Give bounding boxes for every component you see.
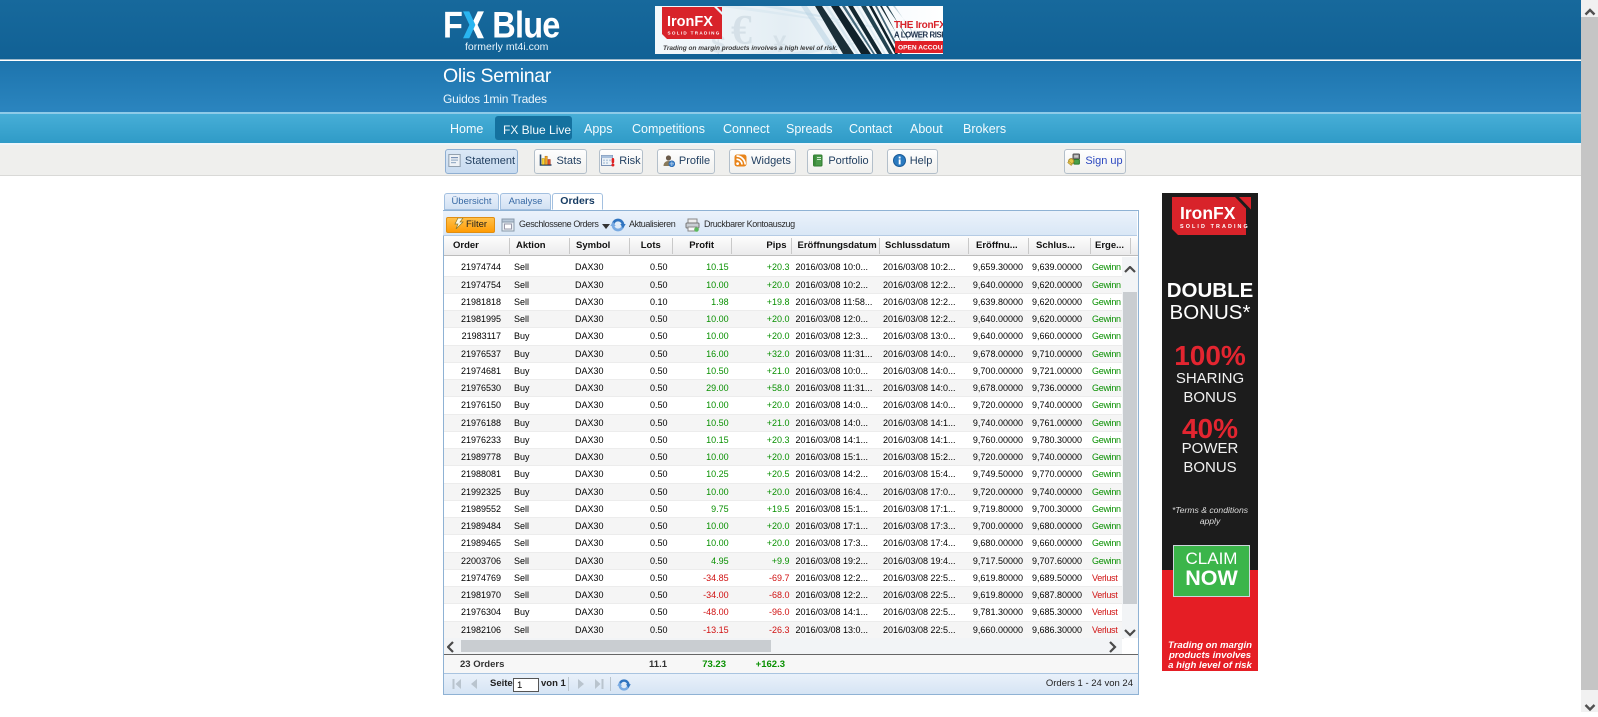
svg-text:SOLID TRADING: SOLID TRADING [1180, 224, 1250, 230]
svg-text:IronFX: IronFX [1180, 203, 1236, 223]
svg-text:A LOWER RISK,: A LOWER RISK, [894, 31, 943, 40]
svg-text:SOLID TRADING: SOLID TRADING [668, 31, 721, 36]
svg-text:IronFX: IronFX [667, 14, 713, 30]
svg-text:Trading on margin products inv: Trading on margin products involves a hi… [663, 45, 838, 52]
svg-text:OPEN ACCOUNT N: OPEN ACCOUNT N [898, 45, 943, 52]
svg-text:THE IronFX: THE IronFX [894, 20, 943, 31]
